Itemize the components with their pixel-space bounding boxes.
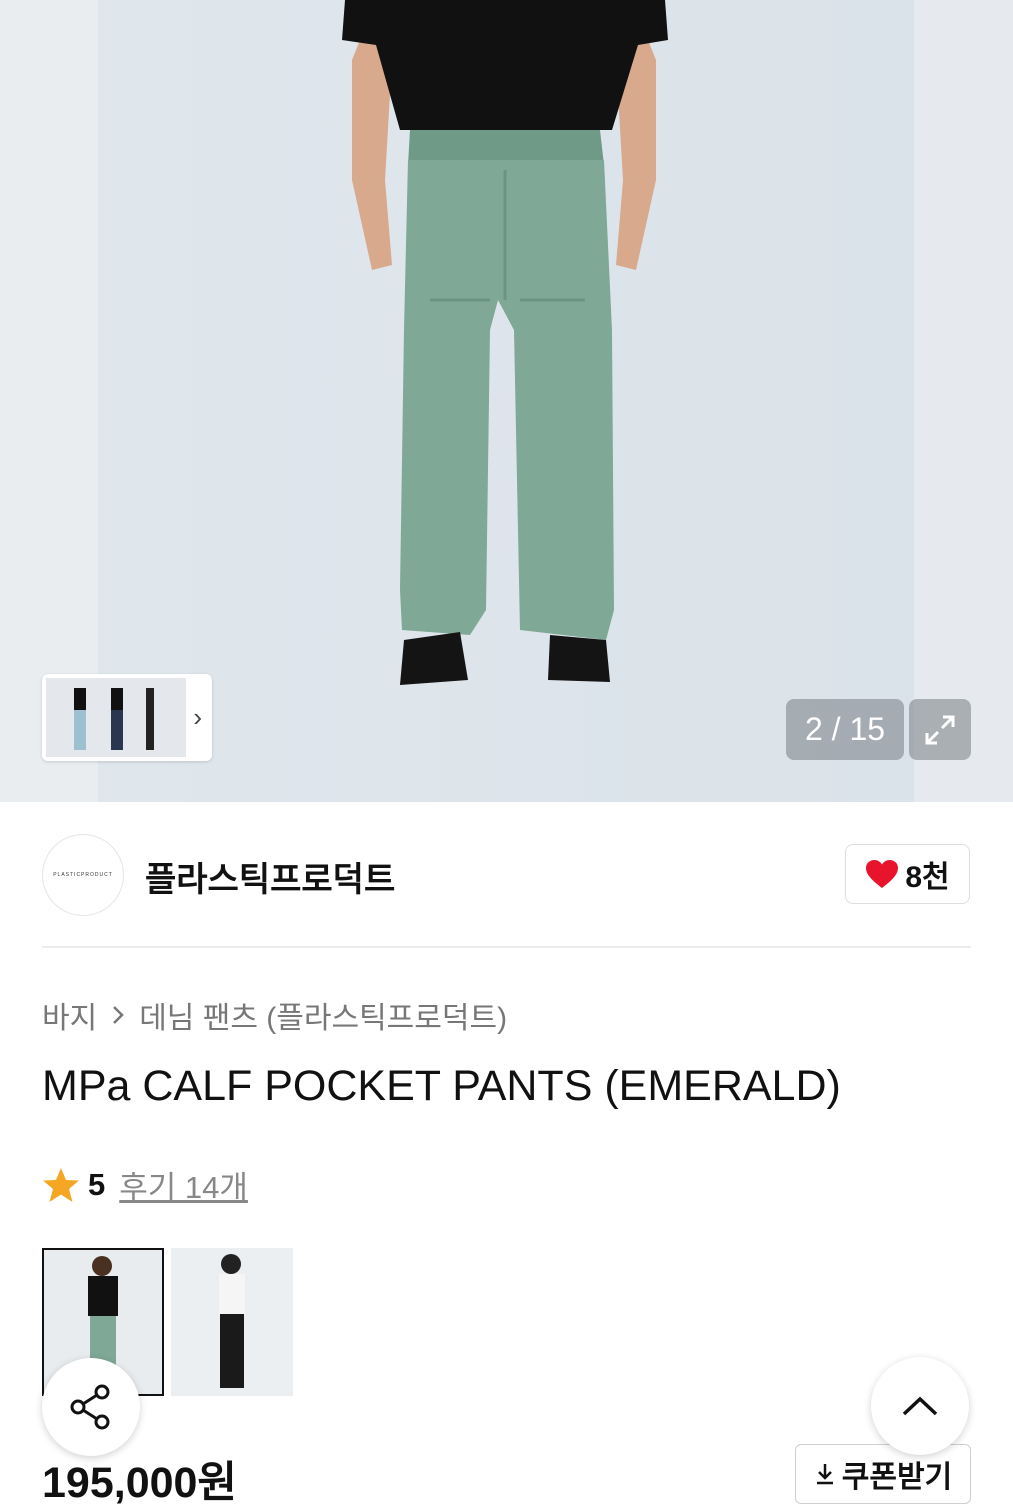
breadcrumb: 바지 데님 팬츠 (플라스틱프로덕트)	[42, 993, 507, 1037]
coupon-label: 쿠폰받기	[841, 1461, 953, 1494]
rating-score: 5	[88, 1166, 106, 1202]
image-thumbnail-strip[interactable]: ›	[42, 674, 212, 761]
brand-logo-text: PLASTICPRODUCT	[53, 872, 113, 878]
image-counter: 2 / 15	[786, 699, 904, 760]
color-option-black[interactable]	[171, 1248, 293, 1396]
breadcrumb-item-pants[interactable]: 바지	[42, 993, 97, 1037]
rating-summary: 5 후기 14개	[42, 1162, 248, 1207]
share-icon	[70, 1384, 110, 1430]
color-option-image	[171, 1248, 293, 1396]
product-image-gallery[interactable]: › 2 / 15	[0, 0, 1013, 802]
expand-icon	[925, 715, 955, 744]
reviews-link[interactable]: 후기 14개	[119, 1162, 248, 1207]
share-button[interactable]	[42, 1358, 140, 1456]
brand-logo[interactable]: PLASTICPRODUCT	[42, 834, 124, 916]
chevron-right-icon[interactable]: ›	[193, 702, 202, 733]
star-icon	[43, 1167, 79, 1202]
like-count: 8천	[905, 861, 950, 894]
like-button[interactable]: 8천	[845, 844, 970, 904]
chevron-right-icon	[113, 1006, 124, 1024]
product-price: 195,000원	[42, 1459, 237, 1507]
download-icon	[816, 1464, 833, 1485]
thumbnail-images	[46, 678, 186, 757]
product-title: MPa CALF POCKET PANTS (EMERALD)	[42, 1062, 841, 1110]
heart-icon	[866, 860, 899, 888]
breadcrumb-item-denim[interactable]: 데님 팬츠 (플라스틱프로덕트)	[139, 993, 507, 1037]
expand-button[interactable]	[909, 699, 971, 760]
coupon-button[interactable]: 쿠폰받기	[795, 1444, 971, 1504]
divider	[42, 946, 971, 948]
brand-name[interactable]: 플라스틱프로덕트	[145, 852, 395, 901]
chevron-up-icon	[902, 1396, 938, 1416]
scroll-top-button[interactable]	[871, 1357, 969, 1455]
